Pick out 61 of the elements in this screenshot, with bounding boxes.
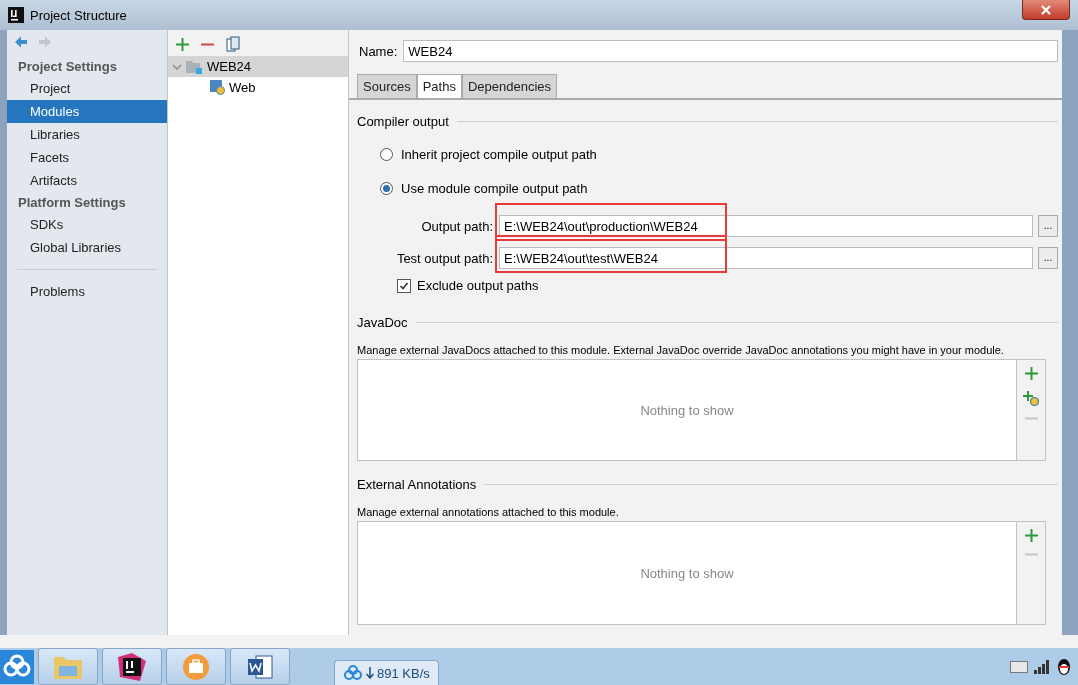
add-globe-icon[interactable] bbox=[1023, 391, 1039, 406]
sidebar-item[interactable]: Facets bbox=[7, 146, 167, 169]
radio-button[interactable] bbox=[380, 147, 393, 161]
empty-message: Nothing to show bbox=[640, 402, 734, 418]
add-icon[interactable] bbox=[176, 37, 189, 51]
taskbar-button[interactable] bbox=[230, 648, 290, 685]
web-facet-icon bbox=[210, 80, 225, 95]
radio-button[interactable] bbox=[380, 181, 393, 195]
section-heading: Project Settings bbox=[17, 58, 118, 76]
add-icon[interactable] bbox=[1024, 367, 1038, 380]
path-field[interactable]: E:\WEB24\out\production\WEB24 bbox=[499, 215, 1033, 237]
tree-row[interactable]: WEB24 bbox=[168, 56, 348, 77]
back-arrow-icon[interactable] bbox=[14, 36, 28, 48]
description: Manage external annotations attached to this module. bbox=[356, 506, 620, 518]
field-label: Output path: bbox=[420, 218, 494, 234]
add-icon[interactable] bbox=[1024, 529, 1038, 542]
empty-message: Nothing to show bbox=[640, 565, 734, 581]
radio-label: Inherit project compile output path bbox=[401, 146, 597, 162]
browse-button[interactable]: ... bbox=[1038, 215, 1058, 237]
taskbar-button[interactable] bbox=[102, 648, 162, 685]
ide-logo-icon bbox=[118, 652, 146, 681]
sidebar-item[interactable]: Global Libraries bbox=[7, 236, 167, 259]
close-icon bbox=[1040, 3, 1052, 16]
field-label: Test output path: bbox=[395, 250, 494, 266]
copy-icon[interactable] bbox=[226, 36, 240, 52]
cloud-app-icon bbox=[343, 664, 363, 682]
sidebar-item[interactable]: Artifacts bbox=[7, 169, 167, 192]
tree-row[interactable]: Web bbox=[168, 77, 348, 98]
penguin-icon[interactable] bbox=[1056, 657, 1072, 676]
sidebar-item[interactable]: Problems bbox=[7, 280, 167, 303]
app-logo-icon bbox=[8, 7, 24, 23]
download-speed-badge: 891 KB/s bbox=[334, 660, 439, 685]
path-field[interactable]: E:\WEB24\out\test\WEB24 bbox=[499, 247, 1033, 269]
sidebar-item[interactable]: Libraries bbox=[7, 123, 167, 146]
checkbox-label: Exclude output paths bbox=[417, 278, 539, 293]
window-title: Project Structure bbox=[30, 7, 127, 23]
tab[interactable]: Paths bbox=[416, 74, 462, 98]
checkbox[interactable] bbox=[397, 278, 411, 293]
radio-label: Use module compile output path bbox=[401, 180, 588, 196]
group-title: JavaDoc bbox=[357, 315, 408, 330]
folder-icon bbox=[186, 59, 203, 74]
document-app-icon bbox=[246, 653, 274, 680]
group-title: Compiler output bbox=[357, 114, 449, 129]
keyboard-icon[interactable] bbox=[1010, 660, 1028, 673]
browse-button[interactable]: ... bbox=[1038, 247, 1058, 269]
tab[interactable]: Dependencies bbox=[461, 74, 558, 98]
section-heading: Platform Settings bbox=[17, 194, 127, 212]
signal-icon[interactable] bbox=[1034, 659, 1050, 674]
sidebar-item[interactable]: SDKs bbox=[7, 213, 167, 236]
name-field[interactable]: WEB24 bbox=[403, 40, 1058, 62]
sidebar-item[interactable]: Modules bbox=[7, 100, 167, 123]
name-label: Name: bbox=[359, 43, 398, 59]
group-title: External Annotations bbox=[357, 477, 477, 492]
chevron-down-icon[interactable] bbox=[172, 62, 182, 71]
briefcase-icon bbox=[182, 652, 210, 681]
close-button[interactable] bbox=[1022, 0, 1070, 20]
tab[interactable]: Sources bbox=[357, 74, 417, 98]
sidebar-item[interactable]: Project bbox=[7, 77, 167, 100]
description: Manage external JavaDocs attached to this module. External JavaDoc override JavaDoc annotations you might have in your module. bbox=[356, 344, 1005, 356]
download-arrow-icon bbox=[366, 667, 374, 679]
cloud-app-icon[interactable] bbox=[0, 649, 34, 684]
